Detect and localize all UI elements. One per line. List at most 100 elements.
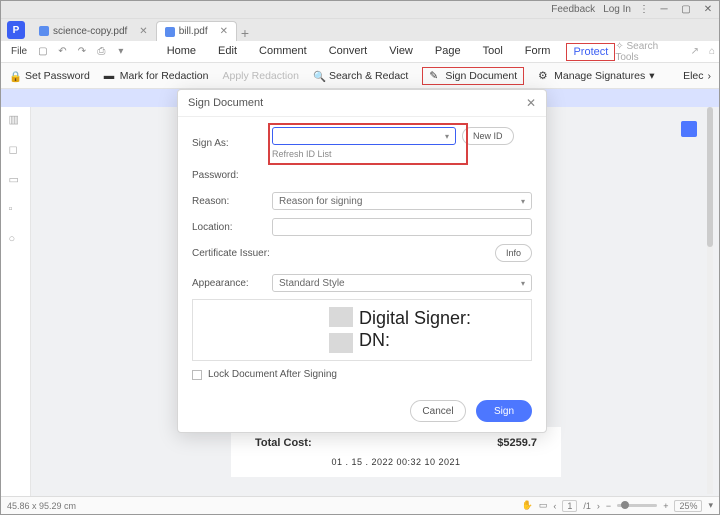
hand-tool-icon[interactable]: ✋: [522, 500, 533, 511]
sign-document-dialog: Sign Document ✕ Sign As: New ID Refresh …: [177, 89, 547, 433]
search-redact-button[interactable]: 🔍Search & Redact: [313, 70, 408, 82]
menu-tool[interactable]: Tool: [477, 43, 509, 61]
reason-select[interactable]: Reason for signing: [272, 192, 532, 210]
scrollbar-thumb[interactable]: [707, 107, 713, 247]
attachment-icon[interactable]: ▫: [9, 203, 23, 217]
issuer-label: Certificate Issuer:: [192, 248, 272, 259]
document-page: Total Cost: $5259.7 01 . 15 . 2022 00:32…: [231, 427, 561, 477]
close-icon[interactable]: ✕: [220, 26, 228, 37]
tab-science[interactable]: science-copy.pdf ✕: [31, 21, 156, 41]
login-link[interactable]: Log In: [603, 4, 631, 15]
menu-home[interactable]: Home: [161, 43, 202, 61]
tab-bar: P science-copy.pdf ✕ bill.pdf ✕ +: [1, 19, 719, 41]
zoom-in-button[interactable]: +: [663, 501, 668, 511]
menu-view[interactable]: View: [383, 43, 419, 61]
protect-toolbar: 🔒Set Password ▬Mark for Redaction Apply …: [1, 63, 719, 89]
apply-redaction-button: Apply Redaction: [222, 70, 298, 82]
bookmark-icon[interactable]: ◻: [9, 143, 23, 157]
comment-icon[interactable]: ▭: [9, 173, 23, 187]
reason-label: Reason:: [192, 196, 272, 207]
location-input[interactable]: [272, 218, 532, 236]
page-input[interactable]: 1: [562, 500, 577, 512]
manage-signatures-button[interactable]: ⚙Manage Signatures ▾: [538, 70, 654, 82]
signature-preview: Digital Signer: DN:: [192, 299, 532, 361]
menu-right: ✧ Search Tools ↗ ⌂: [615, 41, 715, 63]
undo-icon[interactable]: ↶: [56, 45, 70, 59]
save-icon[interactable]: ▢: [36, 45, 50, 59]
right-panel-icon[interactable]: [681, 121, 697, 137]
sign-document-button[interactable]: ✎Sign Document: [422, 67, 524, 85]
sign-button[interactable]: Sign: [476, 400, 532, 422]
dialog-footer: Cancel Sign: [178, 390, 546, 432]
sign-as-label: Sign As:: [192, 138, 272, 149]
pdf-icon: [39, 26, 49, 36]
tab-label: science-copy.pdf: [53, 26, 127, 37]
appearance-label: Appearance:: [192, 278, 272, 289]
search-icon: 🔍: [313, 70, 325, 82]
lock-checkbox[interactable]: [192, 370, 202, 380]
select-tool-icon[interactable]: ▭: [539, 500, 548, 511]
total-label: Total Cost:: [255, 437, 312, 449]
status-bar: 45.86 x 95.29 cm ✋ ▭ ‹ 1 /1 › − + 25% ▾: [1, 496, 719, 514]
zoom-slider[interactable]: [617, 504, 657, 507]
thumbnails-icon[interactable]: ▥: [9, 113, 23, 127]
location-label: Location:: [192, 222, 272, 233]
maximize-button[interactable]: ▢: [679, 3, 693, 17]
redact-icon: ▬: [104, 70, 116, 82]
window-titlebar: Feedback Log In ⋮ ─ ▢ ✕: [1, 1, 719, 19]
scrollbar-track[interactable]: [707, 107, 713, 494]
close-button[interactable]: ✕: [701, 3, 715, 17]
new-tab-button[interactable]: +: [237, 25, 253, 41]
prev-page-button[interactable]: ‹: [553, 501, 556, 511]
redo-icon[interactable]: ↷: [75, 45, 89, 59]
file-menu[interactable]: File: [5, 46, 33, 57]
tab-label: bill.pdf: [179, 26, 208, 37]
dialog-header: Sign Document ✕: [178, 90, 546, 117]
menu-bar: File ▢ ↶ ↷ ⎙ ▾ Home Edit Comment Convert…: [1, 41, 719, 63]
zoom-value[interactable]: 25%: [674, 500, 702, 512]
cancel-button[interactable]: Cancel: [410, 400, 466, 422]
refresh-id-link[interactable]: Refresh ID List: [272, 149, 514, 159]
zoom-out-button[interactable]: −: [606, 501, 611, 511]
appearance-select[interactable]: Standard Style: [272, 274, 532, 292]
page-total: /1: [583, 501, 591, 511]
zoom-dropdown-icon[interactable]: ▾: [708, 500, 713, 511]
date-line: 01 . 15 . 2022 00:32 10 2021: [255, 457, 537, 467]
info-button[interactable]: Info: [495, 244, 532, 262]
tab-bill[interactable]: bill.pdf ✕: [156, 21, 237, 41]
pdf-icon: [165, 27, 175, 37]
more-icon[interactable]: ⋮: [639, 4, 649, 15]
next-page-button[interactable]: ›: [597, 501, 600, 511]
mark-redaction-button[interactable]: ▬Mark for Redaction: [104, 70, 209, 82]
sign-as-select[interactable]: [272, 127, 456, 145]
placeholder-block: [329, 307, 353, 327]
elec-button[interactable]: Elec ›: [683, 70, 711, 82]
app-icon: P: [7, 21, 25, 39]
left-sidebar: ▥ ◻ ▭ ▫ ○: [1, 107, 31, 496]
menu-form[interactable]: Form: [519, 43, 557, 61]
menu-comment[interactable]: Comment: [253, 43, 313, 61]
search-panel-icon[interactable]: ○: [9, 233, 23, 247]
menu-page[interactable]: Page: [429, 43, 467, 61]
menu-convert[interactable]: Convert: [323, 43, 374, 61]
home-icon[interactable]: ⌂: [709, 46, 715, 57]
close-icon[interactable]: ✕: [139, 26, 147, 37]
feedback-link[interactable]: Feedback: [551, 4, 595, 15]
set-password-button[interactable]: 🔒Set Password: [9, 70, 90, 82]
main-menu: Home Edit Comment Convert View Page Tool…: [161, 43, 616, 61]
menu-edit[interactable]: Edit: [212, 43, 243, 61]
preview-dn: DN:: [359, 330, 471, 352]
lock-label: Lock Document After Signing: [208, 369, 337, 380]
preview-signer: Digital Signer:: [359, 308, 471, 330]
new-id-button[interactable]: New ID: [462, 127, 514, 145]
lock-icon: 🔒: [9, 70, 21, 82]
sign-icon: ✎: [429, 70, 441, 82]
share-icon[interactable]: ↗: [691, 46, 699, 57]
dropdown-icon[interactable]: ▾: [114, 45, 128, 59]
print-icon[interactable]: ⎙: [95, 45, 109, 59]
gear-icon: ⚙: [538, 70, 550, 82]
dialog-close-button[interactable]: ✕: [526, 96, 536, 110]
minimize-button[interactable]: ─: [657, 3, 671, 17]
search-tools[interactable]: ✧ Search Tools: [615, 41, 680, 63]
menu-protect[interactable]: Protect: [566, 43, 615, 61]
